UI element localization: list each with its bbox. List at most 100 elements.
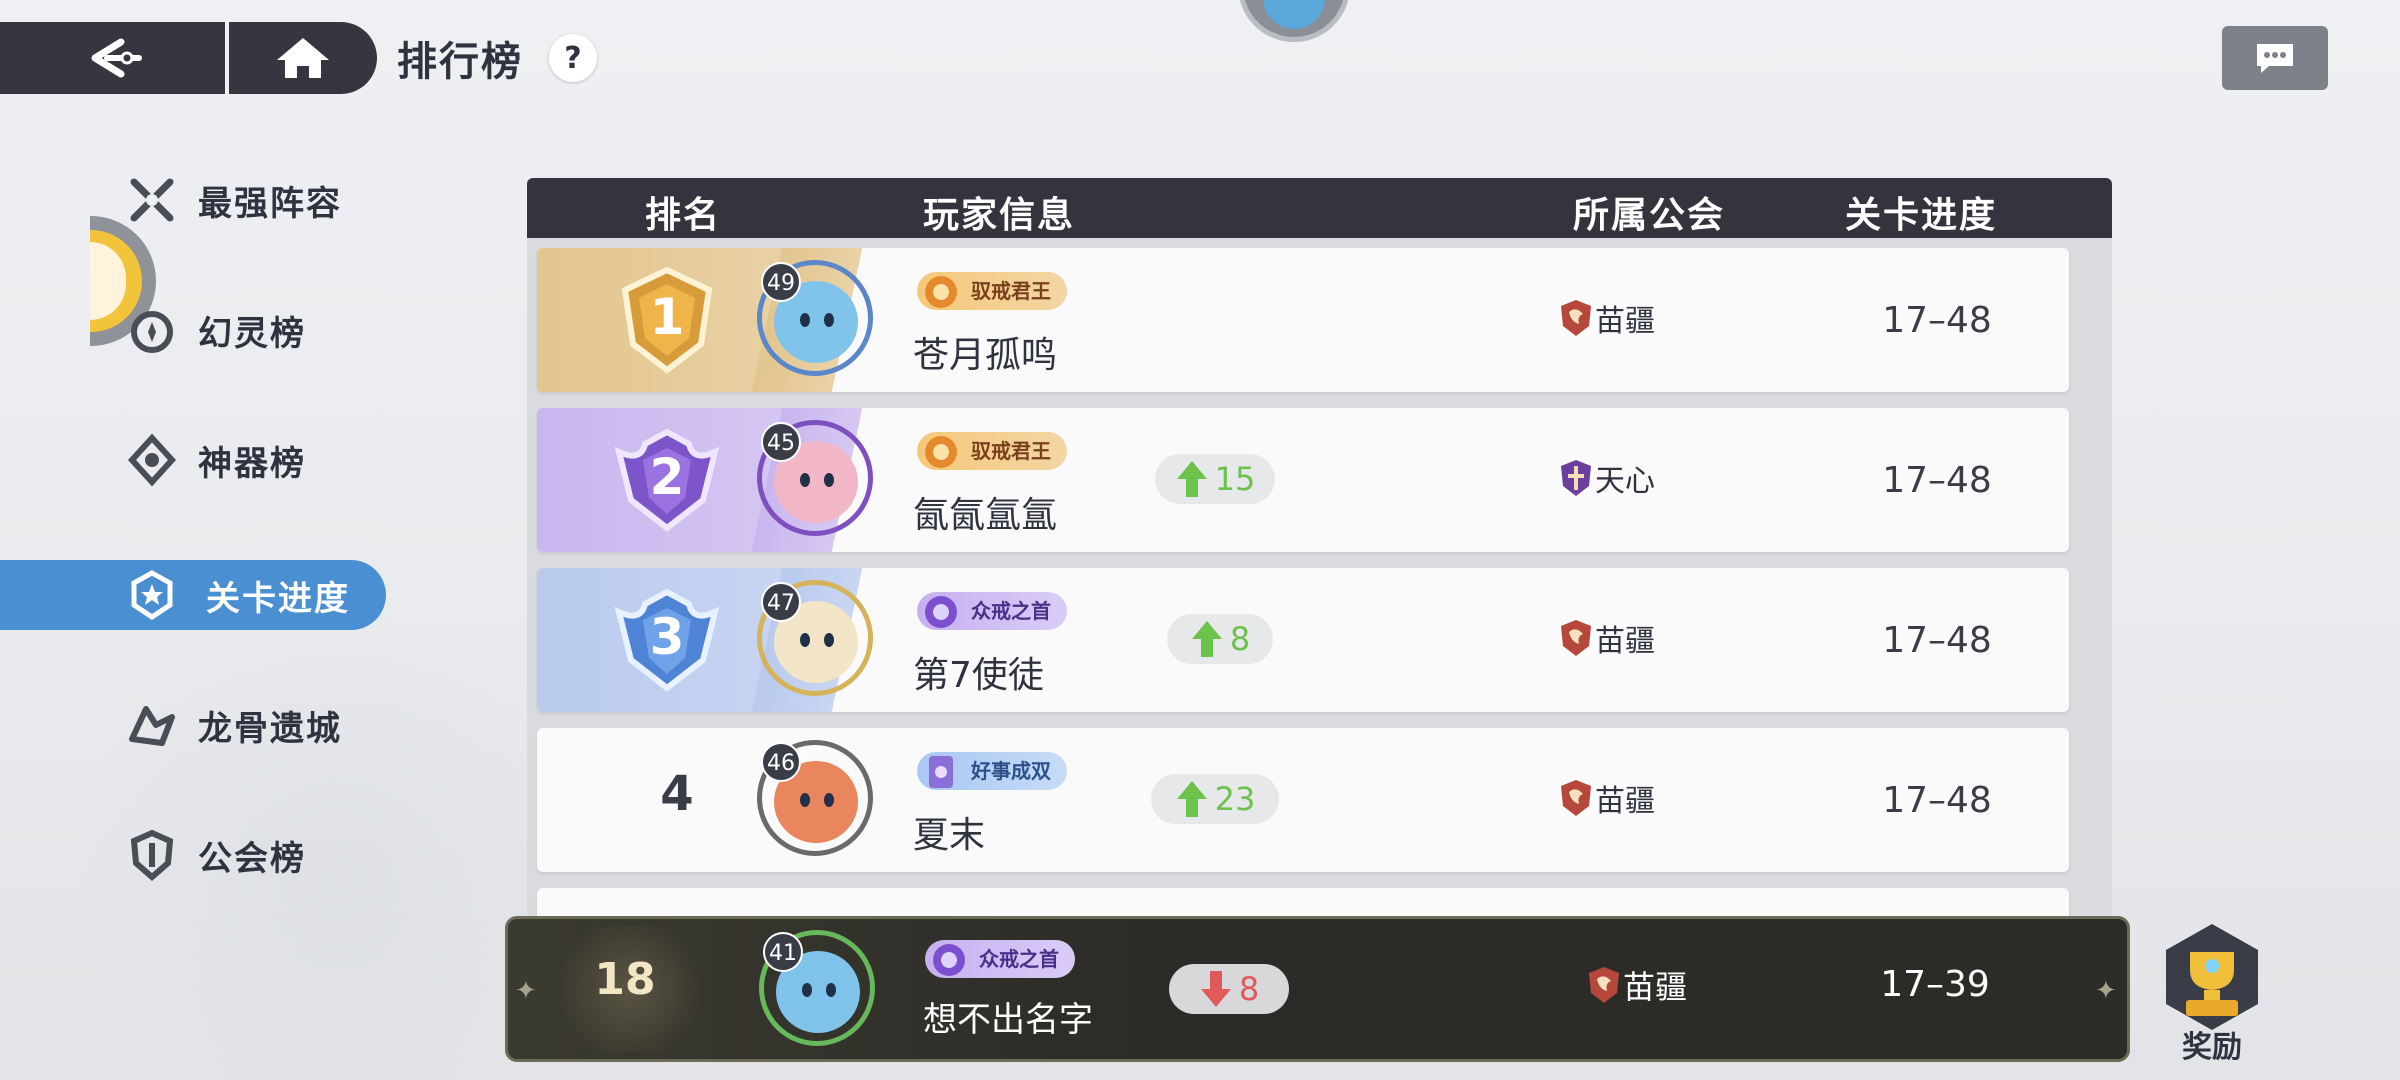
- sidebar-item-label: 关卡进度: [206, 578, 350, 619]
- stage-progress: 17–48: [1882, 780, 1992, 821]
- ring-icon: [925, 596, 957, 628]
- guild-cross-shield-icon: [1561, 460, 1591, 496]
- arrow-down-icon: [1200, 971, 1231, 1007]
- sidebar-item-spirit-rank[interactable]: 幻灵榜: [0, 295, 400, 365]
- rank-change-down: 8: [1169, 964, 1289, 1014]
- guild-dragon-shield-icon: [1561, 300, 1591, 336]
- guild-name: 天心: [1595, 464, 1655, 499]
- card-icon: [929, 756, 953, 788]
- sidebar-item-artifact-rank[interactable]: 神器榜: [0, 425, 400, 495]
- guild-name: 苗疆: [1595, 304, 1655, 339]
- my-title-badge: 众戒之首: [925, 940, 1075, 978]
- guild-cell: 苗疆: [1559, 776, 1655, 820]
- table-row[interactable]: [537, 888, 2069, 918]
- guild-dragon-shield-icon: [1561, 620, 1591, 656]
- guild-dragon-shield-icon: [1561, 780, 1591, 816]
- sidebar-item-label: 幻灵榜: [198, 313, 306, 354]
- my-player-name: 想不出名字: [923, 1000, 1093, 1040]
- home-button[interactable]: [225, 22, 377, 94]
- rank-change-up: 15: [1155, 454, 1275, 504]
- blue-rank-badge: 3: [611, 586, 723, 694]
- guild-cell: 苗疆: [1559, 616, 1655, 660]
- column-rank: 排名: [645, 195, 722, 236]
- rank-number: 1: [649, 288, 685, 346]
- guild-shield-icon: [124, 827, 180, 883]
- crown-ring-icon: [925, 276, 957, 308]
- top-center-emblem: [1238, 0, 1350, 42]
- guild-cell: 苗疆: [1559, 296, 1655, 340]
- title-badge: 众戒之首: [917, 592, 1067, 630]
- ranking-table[interactable]: 1 49 驭戒君王 苍月孤鸣 苗疆 17–48 2 45 驭戒君王 氤氤氲氲 1…: [527, 238, 2112, 918]
- table-row[interactable]: 4 46 好事成双 夏末 23 苗疆 17–48: [537, 728, 2069, 872]
- sidebar-item-strongest-lineup[interactable]: 最强阵容: [0, 165, 400, 235]
- stage-progress: 17–48: [1882, 460, 1992, 501]
- rank-change-up: 8: [1167, 614, 1273, 664]
- rank-number: 4: [660, 766, 694, 822]
- stage-progress: 17–48: [1882, 620, 1992, 661]
- sidebar-item-label: 神器榜: [198, 443, 306, 484]
- purple-rank-badge: 2: [611, 426, 723, 534]
- back-arrow-icon: [91, 38, 142, 78]
- crossed-swords-icon: [124, 172, 180, 228]
- title-badge: 驭戒君王: [917, 432, 1067, 470]
- crown-ring-icon: [925, 436, 957, 468]
- my-rank-number: 18: [594, 954, 656, 1005]
- dragon-icon: [124, 697, 180, 753]
- sidebar-item-label: 最强阵容: [198, 183, 342, 224]
- rank-change-up: 23: [1151, 774, 1279, 824]
- sidebar-item-guild-rank[interactable]: 公会榜: [0, 820, 400, 890]
- level-badge: 47: [761, 582, 801, 622]
- sidebar-item-stage-progress[interactable]: 关卡进度: [0, 560, 400, 630]
- chat-bubble-icon: [2257, 44, 2293, 73]
- trophy-chest-icon: [2166, 924, 2258, 1030]
- guild-cell: 天心: [1559, 456, 1655, 500]
- title-badge: 驭戒君王: [917, 272, 1067, 310]
- guild-name: 苗疆: [1623, 968, 1688, 1006]
- title-badge: 好事成双: [917, 752, 1067, 790]
- player-name: 第7使徒: [913, 655, 1044, 696]
- guild-dragon-shield-icon: [1589, 967, 1619, 1003]
- level-badge: 46: [761, 742, 801, 782]
- sidebar-item-label: 龙骨遗城: [198, 708, 342, 749]
- reward-button[interactable]: 奖励: [2152, 922, 2272, 1065]
- rank-change-value: 8: [1229, 620, 1251, 658]
- my-stage-progress: 17–39: [1880, 964, 1990, 1005]
- guild-name: 苗疆: [1595, 624, 1655, 659]
- level-badge: 49: [761, 262, 801, 302]
- rank-number: 2: [649, 448, 685, 506]
- rank-change-value: 8: [1238, 970, 1260, 1008]
- arrow-up-icon: [1176, 781, 1207, 817]
- title-text: 众戒之首: [971, 599, 1051, 623]
- column-player-info: 玩家信息: [923, 195, 1076, 236]
- ring-icon: [933, 944, 965, 976]
- star-badge-icon: [124, 567, 180, 623]
- back-button[interactable]: [0, 22, 225, 94]
- level-badge: 45: [761, 422, 801, 462]
- sidebar-item-dragon-ruins[interactable]: 龙骨遗城: [0, 690, 400, 760]
- page-title: 排行榜: [397, 39, 523, 85]
- reward-label: 奖励: [2182, 1030, 2242, 1065]
- rank-number: 3: [649, 608, 685, 666]
- my-ranking-row[interactable]: ✦ ✦ 18 41 众戒之首 想不出名字 8 苗疆 17–39: [505, 916, 2130, 1062]
- player-name: 苍月孤鸣: [913, 335, 1058, 376]
- artifact-icon: [124, 432, 180, 488]
- table-row[interactable]: 1 49 驭戒君王 苍月孤鸣 苗疆 17–48: [537, 248, 2069, 392]
- rank-change-value: 15: [1214, 460, 1256, 498]
- player-name: 氤氤氲氲: [913, 495, 1058, 536]
- frame-star-icon: ✦: [515, 976, 537, 1006]
- title-text: 驭戒君王: [971, 279, 1051, 303]
- help-button[interactable]: ?: [549, 34, 597, 82]
- table-row[interactable]: 2 45 驭戒君王 氤氤氲氲 15 天心 17–48: [537, 408, 2069, 552]
- title-text: 驭戒君王: [971, 439, 1051, 463]
- my-level-badge: 41: [763, 932, 803, 972]
- column-guild: 所属公会: [1573, 195, 1726, 236]
- player-name: 夏末: [913, 815, 986, 856]
- table-row[interactable]: 3 47 众戒之首 第7使徒 8 苗疆 17–48: [537, 568, 2069, 712]
- chat-button[interactable]: [2222, 26, 2328, 90]
- table-header: 排名 玩家信息 所属公会 关卡进度: [527, 178, 2112, 238]
- arrow-up-icon: [1191, 621, 1222, 657]
- column-stage-progress: 关卡进度: [1845, 195, 1998, 236]
- gold-rank-badge: 1: [611, 266, 723, 374]
- top-bar: 排行榜 ?: [0, 22, 597, 94]
- stage-progress: 17–48: [1882, 300, 1992, 341]
